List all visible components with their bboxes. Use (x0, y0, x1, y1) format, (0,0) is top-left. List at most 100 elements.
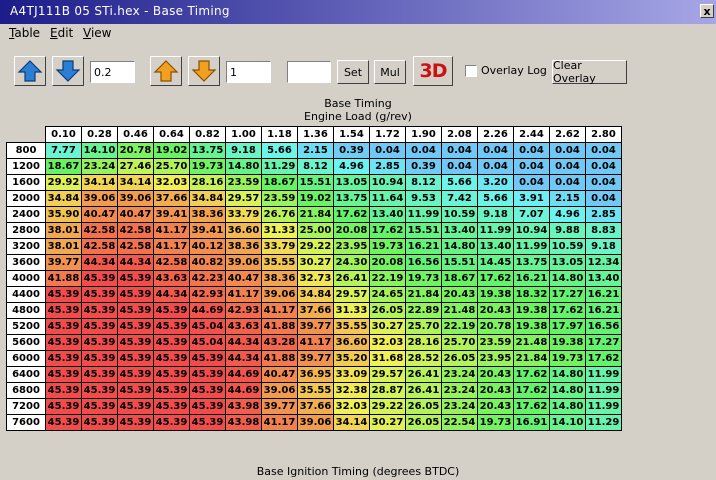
column-header[interactable]: 0.64 (153, 126, 190, 143)
timing-cell[interactable]: 29.57 (225, 190, 262, 207)
timing-cell[interactable]: 35.55 (333, 318, 370, 335)
column-header[interactable]: 2.26 (477, 126, 514, 143)
timing-cell[interactable]: 44.34 (81, 254, 118, 271)
timing-cell[interactable]: 43.63 (153, 270, 190, 287)
timing-cell[interactable]: 33.79 (261, 238, 298, 255)
timing-cell[interactable]: 37.66 (297, 398, 334, 415)
timing-cell[interactable]: 14.80 (441, 238, 478, 255)
timing-cell[interactable]: 0.04 (549, 142, 586, 159)
timing-cell[interactable]: 4.96 (333, 158, 370, 175)
timing-cell[interactable]: 16.56 (585, 318, 622, 335)
timing-cell[interactable]: 0.04 (513, 174, 550, 191)
timing-cell[interactable]: 9.53 (405, 190, 442, 207)
timing-cell[interactable]: 45.39 (81, 334, 118, 351)
timing-cell[interactable]: 17.62 (369, 222, 406, 239)
timing-cell[interactable]: 37.66 (297, 302, 334, 319)
row-header[interactable]: 3600 (6, 254, 46, 271)
timing-cell[interactable]: 34.14 (81, 174, 118, 191)
timing-cell[interactable]: 33.09 (333, 366, 370, 383)
timing-cell[interactable]: 45.39 (189, 366, 226, 383)
timing-cell[interactable]: 40.47 (225, 270, 262, 287)
timing-cell[interactable]: 0.04 (513, 158, 550, 175)
timing-cell[interactable]: 38.36 (189, 206, 226, 223)
timing-cell[interactable]: 11.99 (513, 238, 550, 255)
timing-cell[interactable]: 14.80 (549, 382, 586, 399)
timing-cell[interactable]: 19.02 (297, 190, 334, 207)
timing-cell[interactable]: 17.27 (549, 286, 586, 303)
timing-cell[interactable]: 0.04 (441, 142, 478, 159)
timing-cell[interactable]: 25.00 (297, 222, 334, 239)
timing-cell[interactable]: 45.39 (81, 366, 118, 383)
timing-cell[interactable]: 44.69 (189, 302, 226, 319)
timing-cell[interactable]: 39.77 (261, 398, 298, 415)
timing-cell[interactable]: 45.39 (81, 350, 118, 367)
timing-cell[interactable]: 23.95 (477, 350, 514, 367)
column-header[interactable]: 0.10 (45, 126, 82, 143)
timing-cell[interactable]: 20.43 (477, 382, 514, 399)
timing-cell[interactable]: 5.66 (441, 174, 478, 191)
timing-cell[interactable]: 40.47 (81, 206, 118, 223)
row-header[interactable]: 4000 (6, 270, 46, 287)
row-header[interactable]: 7600 (6, 414, 46, 431)
timing-cell[interactable]: 39.06 (81, 190, 118, 207)
column-header[interactable]: 2.80 (585, 126, 622, 143)
timing-cell[interactable]: 19.38 (477, 286, 514, 303)
timing-cell[interactable]: 19.73 (477, 414, 514, 431)
timing-cell[interactable]: 0.04 (405, 142, 442, 159)
timing-cell[interactable]: 39.77 (297, 350, 334, 367)
timing-cell[interactable]: 0.04 (585, 190, 622, 207)
timing-cell[interactable]: 40.47 (261, 366, 298, 383)
timing-cell[interactable]: 45.39 (81, 414, 118, 431)
timing-cell[interactable]: 45.39 (45, 398, 82, 415)
timing-cell[interactable]: 41.17 (261, 302, 298, 319)
timing-cell[interactable]: 11.29 (261, 158, 298, 175)
timing-cell[interactable]: 41.88 (261, 350, 298, 367)
timing-cell[interactable]: 20.43 (477, 302, 514, 319)
timing-cell[interactable]: 26.76 (261, 206, 298, 223)
timing-cell[interactable]: 0.04 (585, 174, 622, 191)
timing-cell[interactable]: 38.36 (225, 238, 262, 255)
timing-cell[interactable]: 17.97 (549, 318, 586, 335)
timing-cell[interactable]: 21.48 (513, 334, 550, 351)
timing-cell[interactable]: 45.39 (189, 382, 226, 399)
timing-cell[interactable]: 28.87 (369, 382, 406, 399)
timing-cell[interactable]: 45.39 (153, 366, 190, 383)
timing-cell[interactable]: 19.73 (405, 270, 442, 287)
timing-cell[interactable]: 45.39 (45, 286, 82, 303)
timing-cell[interactable]: 39.06 (261, 382, 298, 399)
timing-cell[interactable]: 17.62 (333, 206, 370, 223)
row-header[interactable]: 2800 (6, 222, 46, 239)
timing-cell[interactable]: 19.02 (153, 142, 190, 159)
timing-cell[interactable]: 29.57 (369, 366, 406, 383)
timing-cell[interactable]: 16.21 (585, 286, 622, 303)
timing-cell[interactable]: 43.98 (225, 414, 262, 431)
timing-cell[interactable]: 41.17 (297, 334, 334, 351)
timing-cell[interactable]: 29.92 (45, 174, 82, 191)
timing-cell[interactable]: 20.43 (477, 398, 514, 415)
timing-cell[interactable]: 0.04 (477, 158, 514, 175)
timing-cell[interactable]: 25.70 (405, 318, 442, 335)
timing-cell[interactable]: 14.80 (225, 158, 262, 175)
column-header[interactable]: 2.62 (549, 126, 586, 143)
timing-cell[interactable]: 27.46 (117, 158, 154, 175)
column-header[interactable]: 1.00 (225, 126, 262, 143)
timing-cell[interactable]: 19.73 (369, 238, 406, 255)
timing-cell[interactable]: 45.39 (45, 318, 82, 335)
column-header[interactable]: 1.36 (297, 126, 334, 143)
timing-cell[interactable]: 34.14 (333, 414, 370, 431)
timing-cell[interactable]: 45.39 (117, 366, 154, 383)
timing-cell[interactable]: 13.05 (549, 254, 586, 271)
menu-table[interactable]: Table (9, 26, 40, 40)
timing-cell[interactable]: 45.39 (117, 302, 154, 319)
timing-cell[interactable]: 7.77 (45, 142, 82, 159)
timing-cell[interactable]: 26.05 (369, 302, 406, 319)
timing-cell[interactable]: 29.22 (369, 398, 406, 415)
timing-cell[interactable]: 45.39 (153, 398, 190, 415)
timing-cell[interactable]: 45.04 (189, 334, 226, 351)
row-header[interactable]: 7200 (6, 398, 46, 415)
set-button[interactable]: Set (337, 60, 369, 84)
timing-cell[interactable]: 0.04 (369, 142, 406, 159)
timing-cell[interactable]: 36.95 (297, 366, 334, 383)
timing-cell[interactable]: 7.42 (441, 190, 478, 207)
timing-cell[interactable]: 2.85 (369, 158, 406, 175)
